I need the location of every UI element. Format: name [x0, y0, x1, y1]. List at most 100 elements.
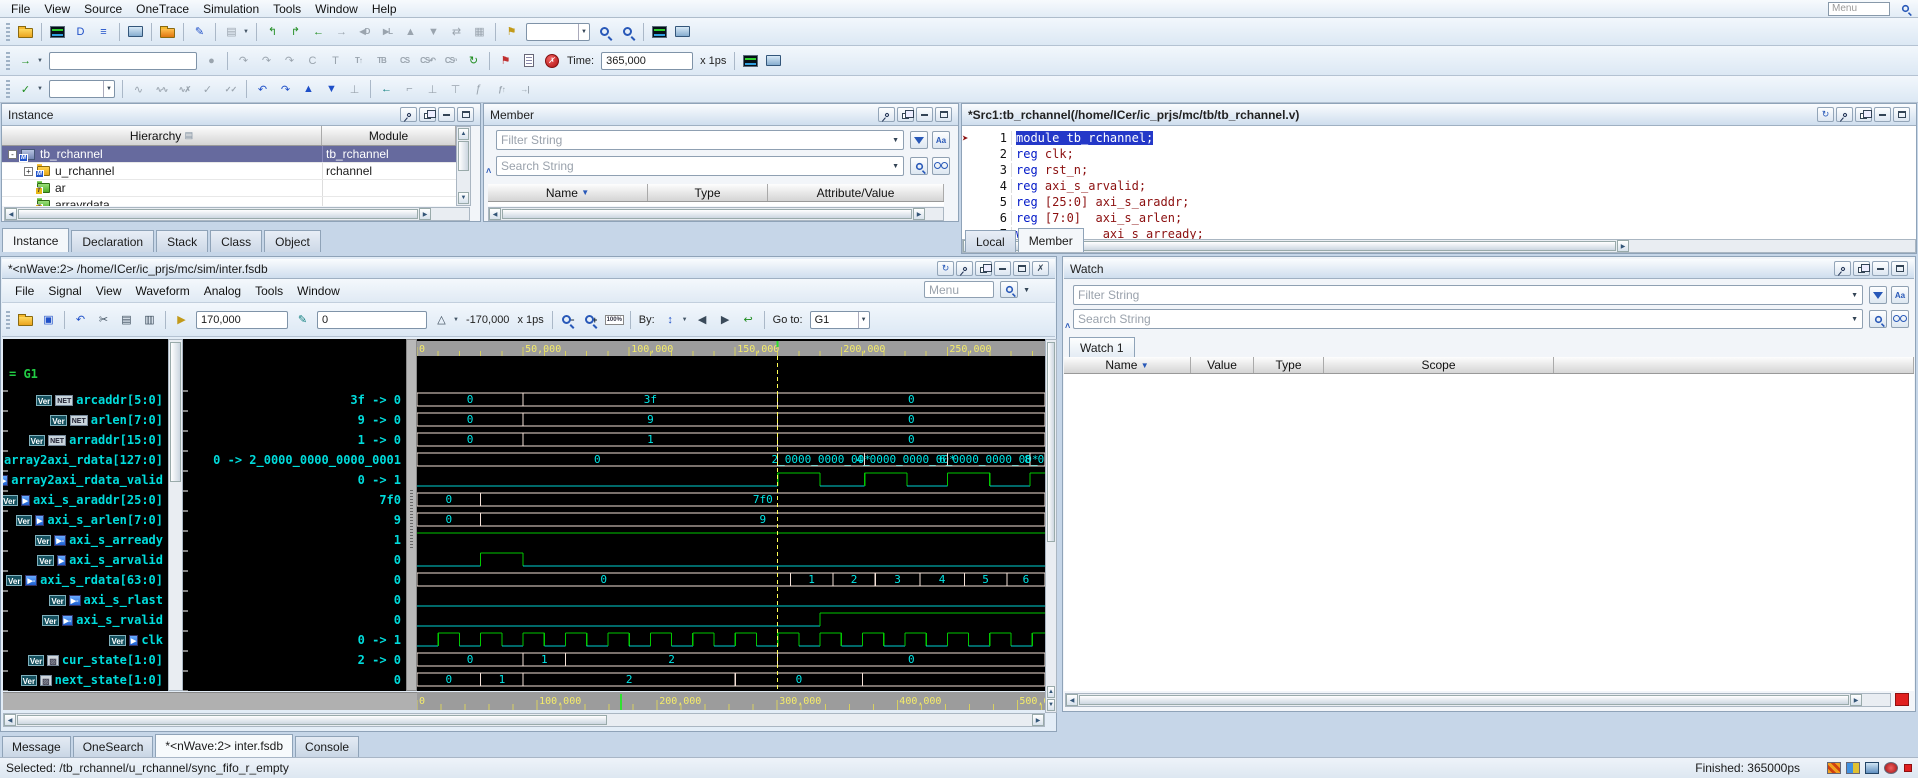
instance-row-arrayrdata[interactable]: Tarrayrdata — [2, 197, 456, 206]
watch-binocular-icon[interactable] — [1891, 310, 1909, 328]
trace-tb-icon[interactable]: TB — [371, 51, 392, 71]
nwave-min-button[interactable] — [994, 261, 1011, 276]
marker-icon[interactable]: ✎ — [292, 310, 313, 330]
dock-tab-member[interactable]: Member — [1018, 228, 1084, 252]
source-min-button[interactable] — [1874, 107, 1891, 122]
dock-tab-stack[interactable]: Stack — [156, 230, 208, 252]
wave-signal-name[interactable]: Ver▶-axi_s_arready — [35, 530, 163, 550]
instance-min-button[interactable] — [438, 107, 455, 122]
menu-onetrace[interactable]: OneTrace — [129, 1, 196, 17]
wave-signal-value[interactable]: 9 — [394, 510, 401, 530]
watch-filter-input[interactable]: Filter String▼ — [1073, 285, 1863, 305]
source-reload-button[interactable]: ↻ — [1817, 107, 1834, 122]
trace-t-up-icon[interactable]: T↑ — [348, 51, 369, 71]
dropdown-arrow[interactable]: ▼ — [682, 311, 691, 329]
trace-step-icon[interactable]: ↷ — [279, 51, 300, 71]
wave-signal-name[interactable]: Ver▶-axi_s_rvalid — [42, 610, 163, 630]
member-filter-case-icon[interactable]: Aa — [932, 131, 950, 149]
dropdown-arrow[interactable]: ▼ — [37, 52, 46, 70]
fall-edge-icon[interactable]: ⊤ — [445, 79, 466, 99]
tile-windows-icon[interactable]: ▦ — [469, 22, 490, 42]
zoom-in-icon[interactable]: + — [581, 310, 602, 330]
split-window-icon[interactable]: ▣ — [38, 310, 59, 330]
new-schematic-icon[interactable]: D — [70, 22, 91, 42]
next-result-icon[interactable]: ▼ — [423, 22, 444, 42]
main-menu-search-input[interactable]: Menu — [1828, 2, 1890, 16]
watch-filter-case-icon[interactable]: Aa — [1891, 286, 1909, 304]
trace-t-icon[interactable]: T — [325, 51, 346, 71]
wave-signal-name[interactable]: Ver▶clk — [109, 630, 163, 650]
watch-pin-button[interactable] — [1834, 261, 1851, 276]
nwave-menu-view[interactable]: View — [89, 283, 129, 299]
wave-signal-value[interactable]: 7f0 — [379, 490, 401, 510]
dropdown-arrow[interactable]: ▼ — [37, 80, 46, 98]
bottom-tab--nwave-2-inter-fsdb[interactable]: *<nWave:2> inter.fsdb — [155, 734, 293, 757]
menu-simulation[interactable]: Simulation — [196, 1, 266, 17]
menu-window[interactable]: Window — [308, 1, 365, 17]
prev-transition-icon[interactable]: ← — [376, 79, 397, 99]
member-hscrollbar[interactable]: ◀▶ — [488, 207, 944, 221]
nwave-menu-signal[interactable]: Signal — [41, 283, 88, 299]
run-time-field[interactable] — [49, 52, 197, 70]
trace-cs2-icon[interactable]: CS↶ — [417, 51, 438, 71]
group-icon[interactable]: ⊥ — [344, 79, 365, 99]
watch-tab-1[interactable]: Watch 1 — [1069, 337, 1135, 357]
bookmark-icon[interactable]: ⚑ — [501, 22, 522, 42]
wave-signal-value[interactable]: 0 -> 2_0000_0000_0000_0001 — [213, 450, 401, 470]
trace-load-icon[interactable]: ▶L — [377, 22, 398, 42]
sync-icon[interactable]: ↻ — [463, 51, 484, 71]
verdi-app-icon[interactable] — [649, 22, 670, 42]
redo-icon[interactable]: ↷ — [275, 79, 296, 99]
watch-search-input[interactable]: Search String▼ — [1073, 309, 1863, 329]
compare-wave2-icon[interactable]: ∿∿ — [151, 79, 172, 99]
nwave-menu-tools[interactable]: Tools — [248, 283, 290, 299]
dock-tab-class[interactable]: Class — [210, 230, 262, 252]
wave-signal-name[interactable]: ▶array2axi_rdata[127:0] — [3, 450, 163, 470]
watch-max-button[interactable] — [1891, 261, 1908, 276]
wave-signal-name[interactable]: Ver▶axi_s_arvalid — [37, 550, 163, 570]
jump-back-icon[interactable]: ↩ — [738, 310, 759, 330]
source-line-2[interactable]: 2reg clk; — [962, 146, 1916, 162]
member-filter-input[interactable]: Filter String▼ — [496, 130, 904, 150]
wave-canvas[interactable]: 050,000100,000150,000200,000250,00003f00… — [417, 339, 1045, 691]
wave-splitter[interactable] — [406, 339, 417, 691]
instance-row-u_rchannel[interactable]: +Mu_rchannelrchannel — [2, 163, 456, 180]
wave-signal-value[interactable]: 0 -> 1 — [358, 630, 401, 650]
source-line-5[interactable]: 5reg [25:0] axi_s_araddr; — [962, 194, 1916, 210]
trace-driver-icon[interactable]: ◀D — [354, 22, 375, 42]
signal-combo[interactable]: ▼ — [49, 80, 115, 98]
wave-signal-name[interactable]: ▶array2axi_rdata_valid — [3, 470, 163, 490]
wave-signal-value[interactable]: 1 -> 0 — [358, 430, 401, 450]
watch-min-button[interactable] — [1872, 261, 1889, 276]
trace-fwd-icon[interactable]: ↷ — [256, 51, 277, 71]
search-mode-icon[interactable]: ↕ — [660, 310, 681, 330]
move-up-icon[interactable]: ▲ — [298, 79, 319, 99]
bottom-tab-console[interactable]: Console — [295, 736, 359, 757]
search-icon[interactable] — [594, 22, 615, 42]
watch-collapse-arrow[interactable]: ˄ — [1065, 321, 1070, 331]
time-field[interactable]: 365,000 — [601, 52, 693, 70]
tree-expander-icon[interactable]: + — [24, 167, 33, 176]
source-hscrollbar[interactable]: ◀▶ — [962, 239, 1916, 253]
menu-file[interactable]: File — [4, 1, 37, 17]
member-min-button[interactable] — [916, 107, 933, 122]
waveform-svg[interactable]: 050,000100,000150,000200,000250,00003f00… — [417, 339, 1045, 691]
nwave-reload-button[interactable]: ↻ — [937, 261, 954, 276]
compare-clear-icon[interactable]: ∿✗ — [174, 79, 195, 99]
source-line-1[interactable]: ➤1module tb_rchannel; — [962, 130, 1916, 146]
prev-result-icon[interactable]: ▲ — [400, 22, 421, 42]
bottom-tab-onesearch[interactable]: OneSearch — [73, 736, 154, 757]
copy-icon[interactable]: ▤ — [116, 310, 137, 330]
freq-up-icon[interactable]: ƒ↑ — [491, 79, 512, 99]
cut-icon[interactable]: ✂ — [93, 310, 114, 330]
move-down-icon[interactable]: ▼ — [321, 79, 342, 99]
tree-expander-icon[interactable]: - — [8, 150, 17, 159]
wave-overview-ruler[interactable]: 0100,000200,000300,000400,000500,000 — [417, 692, 1045, 710]
nwave-menu-file[interactable]: File — [8, 283, 41, 299]
source-line-3[interactable]: 3reg rst_n; — [962, 162, 1916, 178]
member-binocular-icon[interactable] — [932, 157, 950, 175]
filter-check2-icon[interactable]: ✓✓ — [220, 79, 241, 99]
instance-row-tb_rchannel[interactable]: -Mtb_rchanneltb_rchannel — [2, 146, 456, 163]
trace-csn-icon[interactable]: CSⁿ — [440, 51, 461, 71]
dock-tab-object[interactable]: Object — [264, 230, 321, 252]
